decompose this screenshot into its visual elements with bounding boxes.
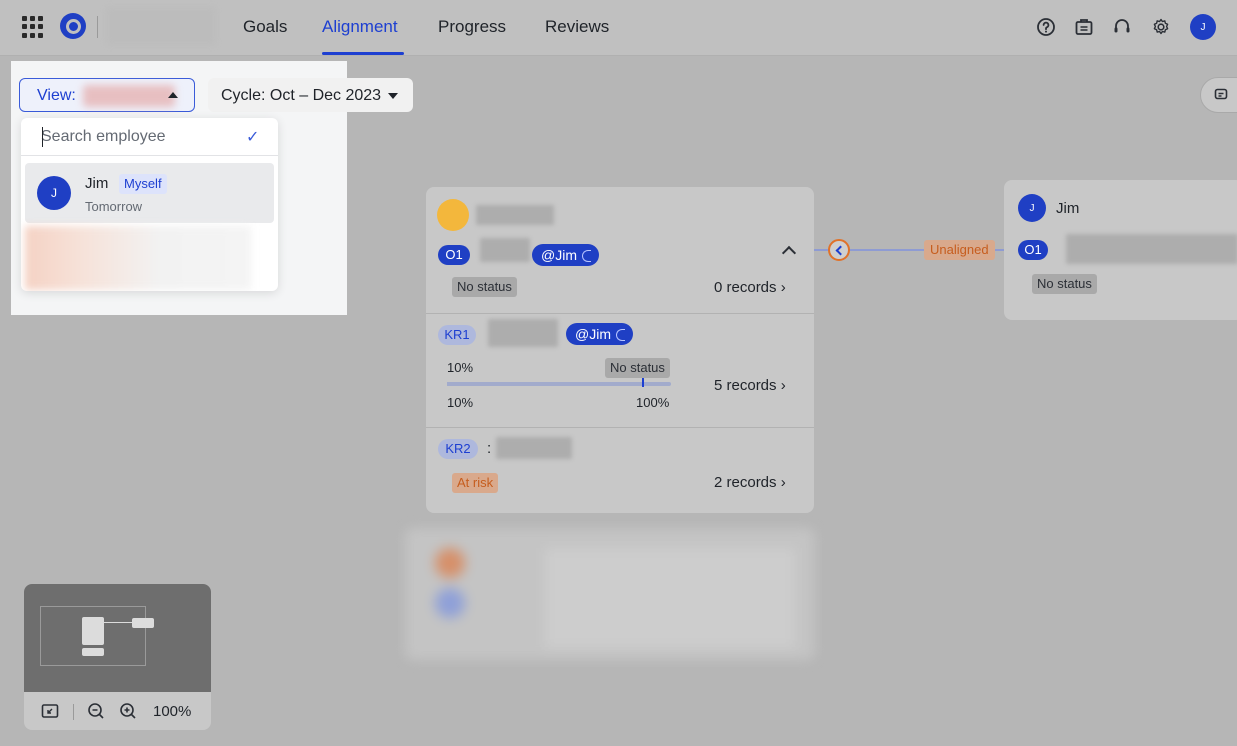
top-nav-bar: Goals Alignment Progress Reviews J xyxy=(0,0,1237,56)
progress-bar xyxy=(447,378,671,387)
records-link[interactable]: 0 records › xyxy=(714,279,786,296)
owner-name: Jim xyxy=(1056,200,1080,217)
user-avatar[interactable]: J xyxy=(1190,14,1216,40)
logo-divider xyxy=(97,16,98,38)
progress-start: 10% xyxy=(447,395,474,410)
cycle-selector-label: Cycle: Oct – Dec 2023 xyxy=(221,87,382,104)
divider xyxy=(426,313,814,314)
employee-name: Jim xyxy=(85,175,109,192)
headset-icon[interactable] xyxy=(1110,15,1134,39)
avatar: J xyxy=(37,176,71,210)
view-selector-button[interactable]: View: xyxy=(19,78,195,112)
records-count: 5 records xyxy=(714,377,777,394)
text-cursor xyxy=(42,127,43,147)
myself-badge: Myself xyxy=(119,174,167,194)
redacted-employee-option[interactable] xyxy=(25,226,251,290)
objective-badge: O1 xyxy=(1018,240,1048,260)
redacted-view-value xyxy=(83,85,175,107)
zoom-in-icon[interactable] xyxy=(118,701,138,721)
search-employee-input[interactable] xyxy=(21,118,278,156)
redacted-workspace-name xyxy=(106,7,216,45)
employee-option-jim[interactable]: J Jim Myself Tomorrow xyxy=(25,163,274,223)
progress-fill xyxy=(447,382,470,386)
active-tab-indicator xyxy=(322,52,404,55)
collapse-minimap-icon[interactable] xyxy=(40,701,60,721)
progress-target: 100% xyxy=(636,395,670,410)
tab-reviews[interactable]: Reviews xyxy=(545,17,609,37)
employee-subtitle: Tomorrow xyxy=(85,199,143,214)
tab-alignment[interactable]: Alignment xyxy=(322,17,398,37)
kr-separator: : xyxy=(487,440,492,457)
toolbar-divider xyxy=(73,704,74,720)
progress-current: 10% xyxy=(447,360,474,375)
employee-dropdown-menu: J Jim Myself Tomorrow xyxy=(21,118,278,291)
status-badge: No status xyxy=(452,277,517,297)
records-link[interactable]: 2 records › xyxy=(714,474,786,491)
objective-badge: O1 xyxy=(438,245,470,265)
check-icon: ✓ xyxy=(246,129,260,146)
cycle-selector-button[interactable]: Cycle: Oct – Dec 2023 xyxy=(208,78,413,112)
kr-badge: KR1 xyxy=(438,325,476,345)
mention-jim[interactable]: @Jim xyxy=(532,244,599,266)
mention-jim[interactable]: @Jim xyxy=(566,323,633,345)
view-selector-label: View: xyxy=(37,87,76,104)
zoom-out-icon[interactable] xyxy=(86,701,106,721)
app-grid-icon[interactable] xyxy=(22,16,44,38)
app-logo-icon[interactable] xyxy=(60,13,86,39)
kr-badge: KR2 xyxy=(438,439,478,459)
records-count: 2 records xyxy=(714,474,777,491)
redacted-owner-name xyxy=(476,205,554,225)
status-badge: No status xyxy=(1032,274,1097,294)
status-badge: At risk xyxy=(452,473,499,493)
tab-goals[interactable]: Goals xyxy=(243,17,287,37)
status-badge: No status xyxy=(605,358,670,378)
settings-gear-icon[interactable] xyxy=(1149,15,1173,39)
redacted-objective-card xyxy=(405,528,815,660)
help-icon[interactable] xyxy=(1034,15,1058,39)
caret-up-icon xyxy=(168,92,178,98)
comment-panel-button[interactable] xyxy=(1200,77,1237,113)
progress-marker xyxy=(641,378,644,387)
caret-down-icon xyxy=(388,93,398,99)
redacted-objective-title xyxy=(1066,234,1237,264)
redacted-kr-title xyxy=(488,319,558,347)
tab-progress[interactable]: Progress xyxy=(438,17,506,37)
records-count: 0 records xyxy=(714,279,777,296)
redacted-objective-title xyxy=(480,238,530,262)
objective-card[interactable] xyxy=(426,187,814,513)
avatar: J xyxy=(1018,194,1046,222)
redacted-kr-title xyxy=(496,437,572,459)
records-link[interactable]: 5 records › xyxy=(714,377,786,394)
owner-avatar xyxy=(437,199,469,231)
collapse-connector-icon[interactable] xyxy=(828,239,850,261)
minimap-viewport[interactable] xyxy=(24,584,211,692)
briefcase-icon[interactable] xyxy=(1072,15,1096,39)
unaligned-badge: Unaligned xyxy=(924,240,995,260)
zoom-level: 100% xyxy=(153,703,192,720)
divider xyxy=(426,427,814,428)
message-icon xyxy=(1214,88,1228,100)
